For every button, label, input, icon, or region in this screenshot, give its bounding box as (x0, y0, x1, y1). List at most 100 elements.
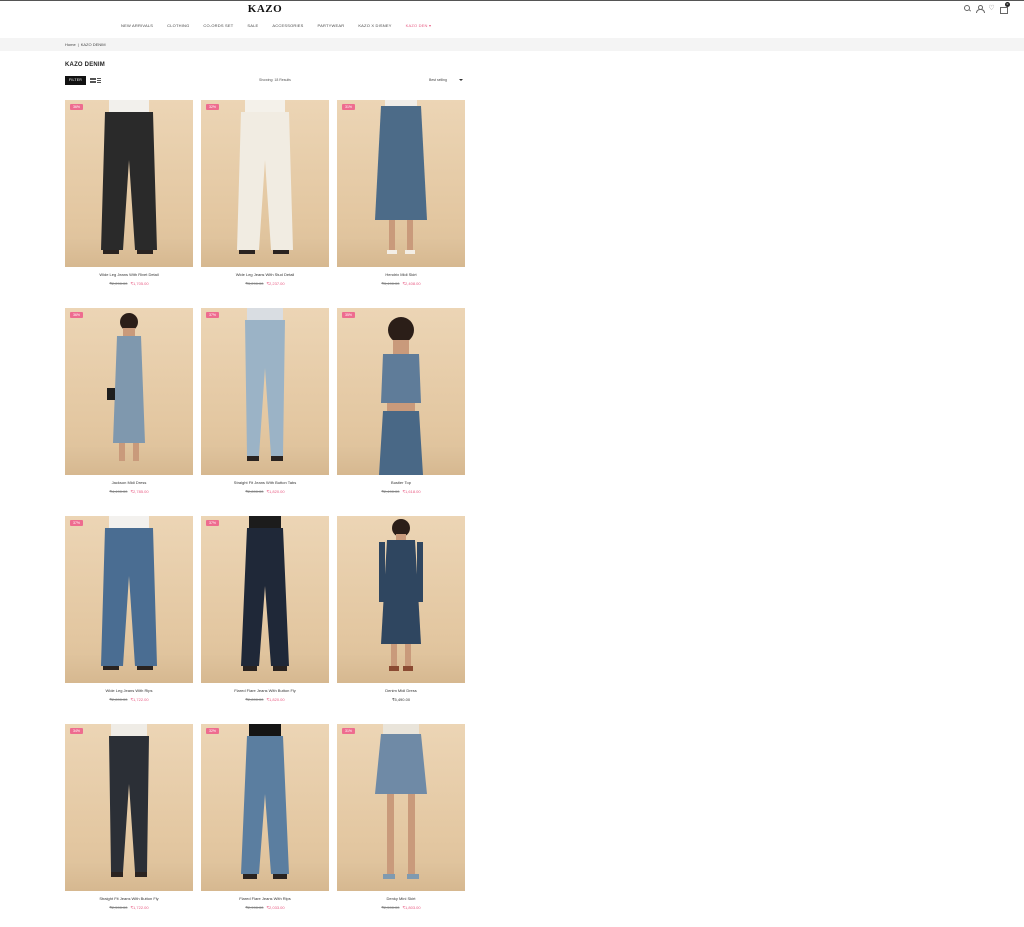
product-name[interactable]: Straight Fit Jeans With Button Tabs (201, 480, 329, 485)
sale-price: ₹1,722.00 (130, 905, 149, 910)
breadcrumb-home[interactable]: Home (65, 42, 76, 47)
nav-item-new-arrivals[interactable]: NEW ARRIVALS (121, 23, 153, 28)
original-price: ₹3,490.00 (381, 281, 400, 286)
product-card[interactable]: 36% Jackson Midi Dress ₹4,490.00 ₹2,785.00 (65, 308, 193, 494)
nav-item-kazo-denim[interactable]: KAZO DEN ▾ (406, 23, 432, 28)
product-card[interactable]: 35% Bustier Top ₹2,490.00 ₹1,618.00 (337, 308, 465, 494)
original-price: ₹2,590.00 (109, 905, 128, 910)
product-name[interactable]: Hendrix Midi Skirt (337, 272, 465, 277)
product-prices: ₹3,290.00 ₹2,237.00 (201, 281, 329, 286)
nav-item-sale[interactable]: SALE (247, 23, 258, 28)
product-card[interactable]: 37% Flared Flare Jeans With Button Fly ₹2,… (201, 516, 329, 702)
product-image[interactable]: 37% (65, 516, 193, 683)
original-price: ₹2,890.00 (109, 697, 128, 702)
grid-view-icon[interactable] (90, 78, 96, 83)
product-name[interactable]: Denim Midi Dress (337, 688, 465, 693)
product-image[interactable]: 34% (65, 724, 193, 891)
product-image[interactable]: 37% (201, 308, 329, 475)
user-icon[interactable] (976, 5, 985, 13)
product-card[interactable]: Denim Midi Dress ₹5,490.00 (337, 516, 465, 702)
original-price: ₹2,590.00 (381, 905, 400, 910)
discount-badge: 35% (342, 312, 356, 318)
sale-price: ₹2,033.00 (266, 905, 285, 910)
product-name[interactable]: Wide Leg Jeans With Rivet Detail (65, 272, 193, 277)
original-price: ₹2,890.00 (245, 697, 264, 702)
product-name[interactable]: Jackson Midi Dress (65, 480, 193, 485)
site-header: KAZO NEW ARRIVALS CLOTHING CO-ORDS SET S… (0, 1, 1024, 38)
product-prices: ₹2,590.00 ₹1,722.00 (65, 905, 193, 910)
discount-badge: 32% (206, 104, 220, 110)
sale-price: ₹1,820.00 (266, 489, 285, 494)
product-prices: ₹2,290.00 ₹1,705.00 (65, 281, 193, 286)
header-icons: ♡ 0 (964, 2, 1010, 14)
product-name[interactable]: Denky Mini Skirt (337, 896, 465, 901)
product-name[interactable]: Wide Leg Jeans With Rips (65, 688, 193, 693)
sale-price: ₹1,722.00 (130, 697, 149, 702)
product-name[interactable]: Straight Fit Jeans With Button Fly (65, 896, 193, 901)
nav-item-accessories[interactable]: ACCESSORIES (272, 23, 303, 28)
product-image[interactable]: 36% (65, 100, 193, 267)
product-image[interactable]: 31% (337, 100, 465, 267)
filter-button[interactable]: FILTER (65, 76, 86, 85)
discount-badge: 36% (70, 312, 84, 318)
product-prices: ₹5,490.00 (337, 697, 465, 702)
nav-item-co-ords-set[interactable]: CO-ORDS SET (203, 23, 233, 28)
product-name[interactable]: Bustier Top (337, 480, 465, 485)
brand-logo[interactable]: KAZO (240, 3, 290, 15)
chevron-down-icon (459, 79, 463, 81)
search-icon[interactable] (964, 5, 971, 12)
original-price: ₹3,290.00 (245, 281, 264, 286)
product-image[interactable]: 36% (65, 308, 193, 475)
product-card[interactable]: 31% Hendrix Midi Skirt ₹3,490.00 ₹2,408.00 (337, 100, 465, 286)
bag-icon[interactable]: 0 (1000, 2, 1010, 14)
product-prices: ₹2,890.00 ₹1,722.00 (65, 697, 193, 702)
product-image[interactable] (337, 516, 465, 683)
product-card[interactable]: 37% Wide Leg Jeans With Rips ₹2,890.00 ₹1,7… (65, 516, 193, 702)
product-card[interactable]: 36% Wide Leg Jeans With Rivet Detail ₹2,29… (65, 100, 193, 286)
breadcrumb-current: KAZO DENIM (80, 42, 106, 47)
product-card[interactable]: 31% Denky Mini Skirt ₹2,590.00 ₹1,803.00 (337, 724, 465, 910)
results-count: Showing: 18 Results (259, 78, 291, 82)
product-image[interactable]: 35% (337, 308, 465, 475)
product-name[interactable]: Flared Flare Jeans With Rips (201, 896, 329, 901)
sale-price: ₹1,803.00 (402, 905, 421, 910)
discount-badge: 36% (70, 104, 84, 110)
listing-toolbar: FILTER Showing: 18 Results Best selling (65, 76, 465, 85)
original-price: ₹2,490.00 (381, 489, 400, 494)
product-card[interactable]: 34% Straight Fit Jeans With Button Fly ₹2,… (65, 724, 193, 910)
discount-badge: 37% (206, 520, 220, 526)
sort-dropdown[interactable]: Best selling (429, 78, 465, 82)
regular-price: ₹5,490.00 (391, 697, 411, 702)
product-image[interactable]: 31% (337, 724, 465, 891)
sale-price: ₹2,408.00 (402, 281, 421, 286)
sale-price: ₹2,785.00 (130, 489, 149, 494)
breadcrumb: Home | KAZO DENIM (65, 42, 106, 47)
sale-price: ₹2,237.00 (266, 281, 285, 286)
product-image[interactable]: 32% (201, 100, 329, 267)
list-view-icon[interactable] (97, 78, 101, 83)
product-prices: ₹2,890.00 ₹1,820.00 (201, 489, 329, 494)
product-prices: ₹2,890.00 ₹1,820.00 (201, 697, 329, 702)
product-prices: ₹2,490.00 ₹1,618.00 (337, 489, 465, 494)
sale-price: ₹1,820.00 (266, 697, 285, 702)
product-image[interactable]: 32% (201, 724, 329, 891)
nav-item-clothing[interactable]: CLOTHING (167, 23, 189, 28)
page-title: KAZO DENIM (65, 62, 105, 68)
nav-item-partywear[interactable]: PARTYWEAR (318, 23, 345, 28)
sort-label: Best selling (429, 78, 447, 82)
discount-badge: 37% (70, 520, 84, 526)
discount-badge: 31% (342, 728, 356, 734)
product-image[interactable]: 37% (201, 516, 329, 683)
nav-item-kazo-x-disney[interactable]: KAZO X DISNEY (358, 23, 391, 28)
discount-badge: 34% (70, 728, 84, 734)
heart-icon[interactable]: ♡ (988, 5, 995, 12)
product-name[interactable]: Flared Flare Jeans With Button Fly (201, 688, 329, 693)
product-card[interactable]: 37% Straight Fit Jeans With Button Tabs ₹2… (201, 308, 329, 494)
product-prices: ₹2,990.00 ₹2,033.00 (201, 905, 329, 910)
product-card[interactable]: 32% Wide Leg Jeans With Stud Detail ₹3,290… (201, 100, 329, 286)
breadcrumb-separator: | (77, 42, 79, 47)
product-card[interactable]: 32% Flared Flare Jeans With Rips ₹2,990.00… (201, 724, 329, 910)
product-name[interactable]: Wide Leg Jeans With Stud Detail (201, 272, 329, 277)
cart-count-badge: 0 (1005, 2, 1010, 7)
original-price: ₹2,290.00 (109, 281, 128, 286)
